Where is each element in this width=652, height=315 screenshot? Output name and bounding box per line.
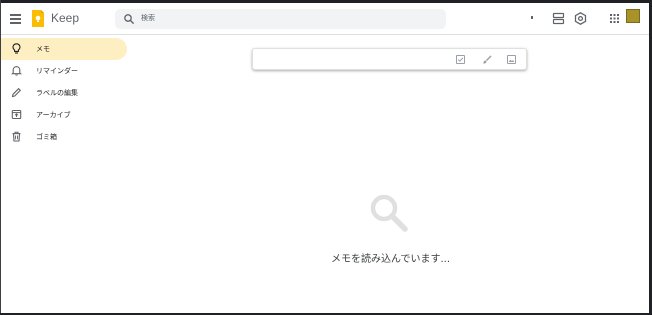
image-icon[interactable] <box>506 54 517 65</box>
account-avatar[interactable] <box>626 9 640 23</box>
settings-icon[interactable] <box>574 12 587 25</box>
sidebar-item-archive[interactable]: アーカイブ <box>1 104 127 126</box>
search-box[interactable]: 検索 <box>115 9 446 29</box>
take-a-note-bar[interactable] <box>252 48 527 70</box>
sidebar-item-label: アーカイブ <box>36 111 71 119</box>
sidebar-item-edit-labels[interactable]: ラベルの編集 <box>1 82 127 104</box>
search-placeholder: 検索 <box>141 14 155 22</box>
sidebar-item-label: リマインダー <box>36 67 78 75</box>
app-title: Keep <box>51 11 80 25</box>
sidebar: メモ リマインダー ラベルの編集 アーカイブ ゴミ箱 <box>1 38 131 148</box>
status-mark <box>531 16 533 19</box>
brush-icon[interactable] <box>481 54 492 65</box>
archive-icon <box>11 109 22 120</box>
top-bar: Keep 検索 <box>1 3 649 35</box>
main-menu-icon[interactable] <box>9 11 23 25</box>
sidebar-item-notes[interactable]: メモ <box>1 38 127 60</box>
sidebar-item-label: ラベルの編集 <box>36 89 78 97</box>
loading-message: メモを読み込んでいます... <box>331 254 451 265</box>
search-icon <box>370 194 408 232</box>
lightbulb-icon <box>12 43 21 54</box>
sidebar-item-label: メモ <box>36 45 50 53</box>
search-icon[interactable] <box>123 13 135 25</box>
sidebar-item-label: ゴミ箱 <box>36 133 57 141</box>
checkbox-icon[interactable] <box>455 54 466 65</box>
apps-icon[interactable] <box>608 12 621 25</box>
trash-icon <box>12 131 21 142</box>
list-view-icon[interactable] <box>552 12 565 25</box>
sidebar-item-reminders[interactable]: リマインダー <box>1 60 127 82</box>
pencil-icon <box>11 87 22 98</box>
bell-icon <box>11 66 22 76</box>
sidebar-item-trash[interactable]: ゴミ箱 <box>1 126 127 148</box>
keep-logo-icon <box>32 10 44 27</box>
